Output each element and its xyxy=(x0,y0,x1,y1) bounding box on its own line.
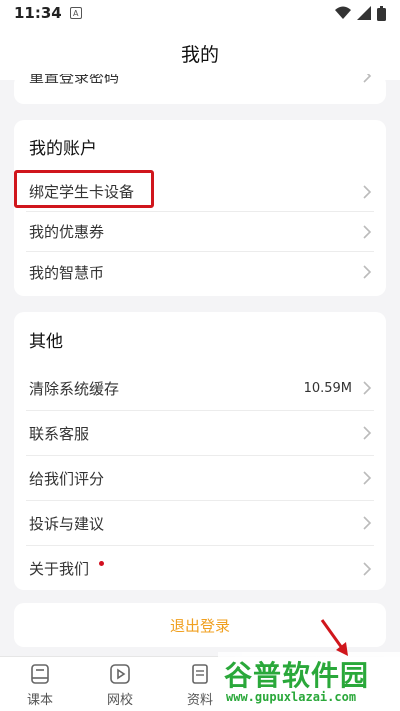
status-bar: 11:34 A xyxy=(0,0,400,26)
chevron-right-icon xyxy=(360,74,374,84)
account-section-title: 我的账户 xyxy=(29,138,97,159)
notification-dot xyxy=(99,561,105,566)
customer-service-label: 联系客服 xyxy=(29,424,90,443)
page-header: 我的 xyxy=(0,26,400,80)
tab-online-school[interactable]: 网校 xyxy=(80,657,160,711)
wisdom-coins-item[interactable]: 我的智慧币 xyxy=(26,252,374,292)
about-us-item[interactable]: 关于我们 xyxy=(26,546,374,591)
other-section-title: 其他 xyxy=(29,331,63,352)
book-icon xyxy=(31,663,49,684)
rate-us-label: 给我们评分 xyxy=(29,469,105,488)
chevron-right-icon xyxy=(360,264,374,280)
top-settings-card: 重置登录密码 xyxy=(14,74,386,104)
other-card: 其他 清除系统缓存 10.59M 联系客服 给我们评分 投诉与建议 关于我们 xyxy=(14,312,386,590)
tab-materials-label: 资料 xyxy=(186,692,213,708)
rate-us-item[interactable]: 给我们评分 xyxy=(26,456,374,501)
tab-textbook-label: 课本 xyxy=(26,692,53,708)
chevron-right-icon xyxy=(360,380,374,396)
clear-cache-label: 清除系统缓存 xyxy=(29,379,120,398)
highlight-box xyxy=(14,170,154,208)
cache-size-value: 10.59M xyxy=(303,380,352,396)
about-us-label: 关于我们 xyxy=(29,560,90,578)
wisdom-coins-label: 我的智慧币 xyxy=(29,263,105,282)
feedback-item[interactable]: 投诉与建议 xyxy=(26,501,374,546)
battery-icon xyxy=(377,5,386,21)
page-title: 我的 xyxy=(180,43,219,66)
chevron-right-icon xyxy=(360,184,374,200)
chevron-right-icon xyxy=(360,425,374,441)
watermark-url: www.gupuxlazai.com xyxy=(226,690,357,704)
coupons-label: 我的优惠券 xyxy=(29,223,105,241)
status-icons xyxy=(335,5,386,21)
status-time: 11:34 xyxy=(14,4,62,22)
wifi-icon xyxy=(335,6,351,19)
reset-password-item[interactable]: 重置登录密码 xyxy=(26,74,374,96)
document-icon xyxy=(192,663,208,684)
customer-service-item[interactable]: 联系客服 xyxy=(26,411,374,456)
feedback-label: 投诉与建议 xyxy=(29,514,105,533)
chevron-right-icon xyxy=(360,224,374,240)
tab-textbook[interactable]: 课本 xyxy=(0,657,80,711)
clear-cache-item[interactable]: 清除系统缓存 10.59M xyxy=(26,366,374,411)
reset-password-label: 重置登录密码 xyxy=(29,74,120,86)
sim-icon: A xyxy=(69,7,82,19)
watermark-title: 谷普软件园 xyxy=(224,659,370,692)
chevron-right-icon xyxy=(360,561,374,577)
pointer-arrow-icon xyxy=(320,619,348,656)
account-card: 我的账户 绑定学生卡设备 我的优惠券 我的智慧币 xyxy=(14,120,386,296)
tab-online-school-label: 网校 xyxy=(106,692,133,708)
coupons-item[interactable]: 我的优惠券 xyxy=(26,212,374,252)
chevron-right-icon xyxy=(360,470,374,486)
chevron-right-icon xyxy=(360,515,374,531)
play-icon xyxy=(110,663,130,684)
signal-icon xyxy=(357,6,371,20)
